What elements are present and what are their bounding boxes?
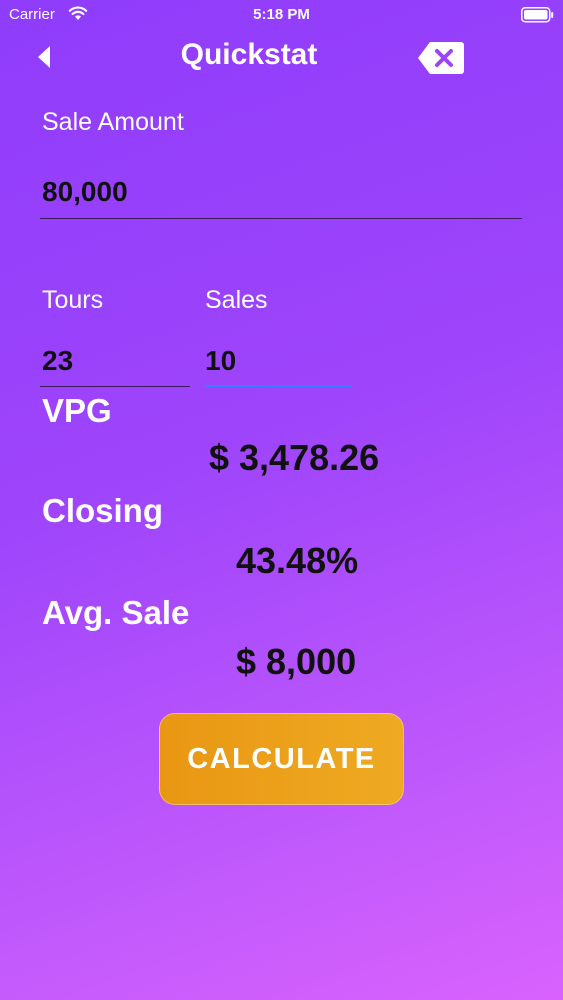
sales-label: Sales (205, 286, 268, 314)
avg-sale-label: Avg. Sale (42, 594, 190, 631)
delete-backspace-icon (418, 42, 464, 74)
sale-amount-input[interactable] (42, 172, 512, 212)
closing-value: 43.48% (236, 540, 359, 581)
status-time: 5:18 PM (253, 6, 310, 23)
tours-label: Tours (42, 286, 104, 314)
sales-underline-active (205, 385, 352, 387)
clear-button[interactable] (416, 40, 466, 76)
sale-amount-label: Sale Amount (42, 108, 184, 136)
sale-amount-underline (40, 218, 522, 219)
calculate-button[interactable]: CALCULATE (159, 713, 404, 805)
sales-input[interactable] (205, 341, 345, 381)
vpg-value: $ 3,478.26 (209, 437, 380, 478)
battery-icon (521, 7, 554, 23)
vpg-label: VPG (42, 392, 112, 429)
avg-sale-value: $ 8,000 (236, 641, 357, 682)
tours-input[interactable] (42, 341, 182, 381)
tours-underline (40, 386, 190, 387)
closing-label: Closing (42, 492, 163, 529)
